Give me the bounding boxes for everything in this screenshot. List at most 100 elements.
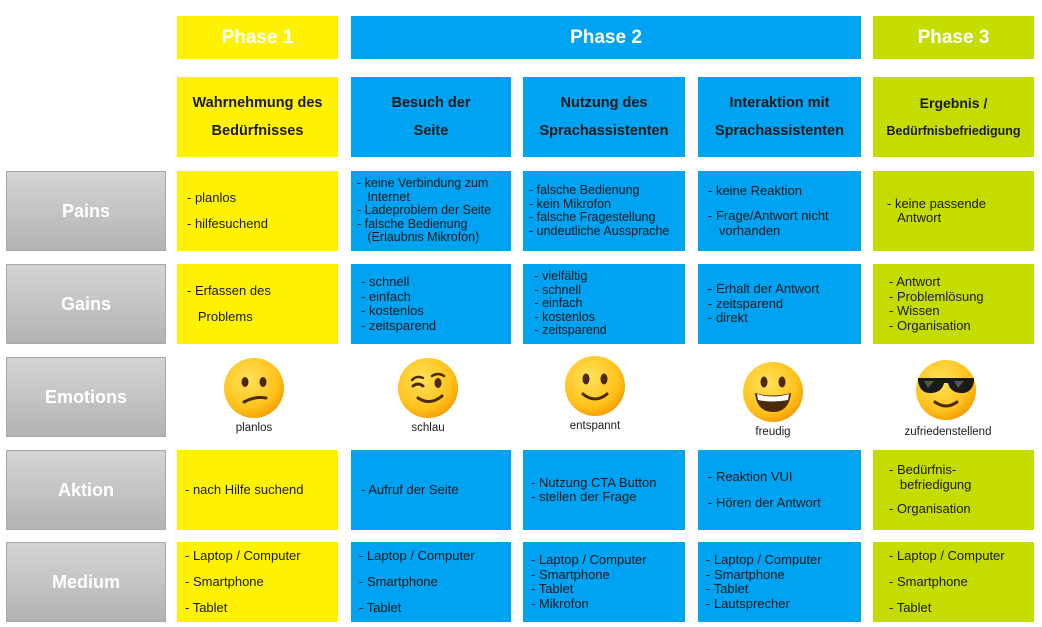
- column-header-line: Sprachassistenten: [539, 123, 669, 139]
- list-item: [708, 485, 855, 496]
- aktion-cell-5: - Bedürfnis- befriedigung - Organisation: [873, 450, 1034, 530]
- medium-cell-4: - Laptop / Computer - Smartphone - Table…: [698, 542, 861, 622]
- row-label-pains: Pains: [6, 171, 166, 251]
- medium-cell-2: - Laptop / Computer - Smartphone - Table…: [351, 542, 511, 622]
- list-item: - keine Verbindung zum: [357, 176, 489, 191]
- column-header-line: Bedürfnisses: [211, 123, 304, 139]
- emotion-label: planlos: [235, 422, 273, 434]
- phase-1-header: Phase 1: [177, 16, 338, 59]
- list-item: - Smartphone: [359, 574, 438, 589]
- list-item: - Erhalt der Antwort: [708, 281, 820, 297]
- list-item: vorhanden: [708, 222, 781, 238]
- list-item: befriedigung: [889, 476, 972, 492]
- pains-cell-3: - falsche Bedienung - kein Mikrofon - fa…: [523, 171, 685, 251]
- column-header-wahrnehmung: Wahrnehmung des Bedürfnisses: [177, 77, 338, 157]
- list-item: - kostenlos: [531, 309, 595, 324]
- pains-cell-5: - keine passende Antwort: [873, 171, 1034, 251]
- pains-cell-2: - keine Verbindung zum Internet - Ladepr…: [351, 171, 511, 251]
- list-item: - nach Hilfe suchend: [185, 481, 304, 497]
- column-header-line: Seite: [413, 123, 449, 139]
- phase-3-header: Phase 3: [873, 16, 1034, 59]
- list-item: - Laptop / Computer: [889, 548, 1005, 563]
- column-header-line: Besuch der: [391, 95, 471, 111]
- aktion-cell-1: - nach Hilfe suchend: [177, 450, 338, 530]
- row-label-gains: Gains: [6, 264, 166, 344]
- winking-face-icon: [398, 358, 458, 418]
- slightly-smiling-face-icon: [565, 356, 625, 416]
- list-item: - Smartphone: [889, 574, 968, 589]
- column-header-besuch: Besuch der Seite: [351, 77, 511, 157]
- list-item: - Ladeproblem der Seite: [357, 203, 492, 218]
- aktion-cell-3: - Nutzung CTA Button - stellen der Frage: [523, 450, 685, 530]
- column-header-line: Ergebnis /: [919, 95, 988, 111]
- medium-cell-1: - Laptop / Computer - Smartphone - Table…: [177, 542, 338, 622]
- list-item: (Erlaubnis Mikrofon): [357, 230, 480, 245]
- emotion-label: entspannt: [569, 420, 621, 432]
- pains-cell-4: - keine Reaktion - Frage/Antwort nicht v…: [698, 171, 861, 251]
- list-item: - einfach: [361, 288, 411, 304]
- column-header-nutzung: Nutzung des Sprachassistenten: [523, 77, 685, 157]
- emotion-label: zufriedenstellend: [904, 426, 992, 438]
- list-item: - Bedürfnis-: [889, 462, 957, 478]
- column-header-interaktion: Interaktion mit Sprachassistenten: [698, 77, 861, 157]
- sunglasses-face-icon: [916, 360, 976, 420]
- list-item: - Mikrofon: [531, 595, 589, 611]
- list-item: - Laptop / Computer: [531, 552, 647, 567]
- list-item: - Tablet: [706, 581, 749, 596]
- list-item: - vielfältig: [531, 269, 588, 284]
- list-item: Problems: [187, 309, 253, 324]
- list-item: - Problemlösung: [889, 288, 984, 304]
- gains-cell-4: - Erhalt der Antwort - zeitsparend - dir…: [698, 264, 861, 344]
- list-item: - falsche Bedienung: [529, 183, 640, 197]
- gains-cell-3: - vielfältig - schnell - einfach - koste…: [523, 264, 685, 344]
- list-item: - falsche Fragestellung: [529, 210, 656, 224]
- list-item: - Tablet: [531, 581, 574, 596]
- list-item: - Wissen: [889, 303, 940, 318]
- list-item: Internet: [357, 189, 410, 204]
- list-item: - direkt: [708, 310, 748, 326]
- list-item: - Laptop / Computer: [706, 552, 822, 567]
- list-item: - Tablet: [889, 600, 932, 615]
- list-item: - Hören der Antwort: [708, 494, 821, 510]
- column-header-line: Wahrnehmung des: [192, 95, 323, 111]
- list-item: - Smartphone: [185, 574, 264, 589]
- phase-2-header: Phase 2: [351, 16, 861, 59]
- list-item: - Tablet: [185, 600, 228, 615]
- list-item: - Antwort: [889, 274, 941, 289]
- aktion-cell-2: - Aufruf der Seite: [351, 450, 511, 530]
- row-label-aktion: Aktion: [6, 450, 166, 530]
- list-item: - Aufruf der Seite: [361, 481, 459, 497]
- list-item: - kostenlos: [361, 303, 424, 318]
- list-item: - Tablet: [359, 600, 402, 615]
- list-item: - kein Mikrofon: [529, 196, 611, 211]
- list-item: - Nutzung CTA Button: [531, 474, 657, 490]
- column-header-line: Bedürfnisbefriedigung: [886, 124, 1021, 138]
- medium-cell-3: - Laptop / Computer - Smartphone - Table…: [523, 542, 685, 622]
- row-label-medium: Medium: [6, 542, 166, 622]
- gains-cell-5: - Antwort - Problemlösung - Wissen - Org…: [873, 264, 1034, 344]
- list-item: Antwort: [887, 210, 942, 225]
- pains-cell-1: - planlos - hilfesuchend: [177, 171, 338, 251]
- emotion-label: schlau: [411, 422, 445, 434]
- list-item: - hilfesuchend: [187, 216, 268, 231]
- column-header-ergebnis: Ergebnis / Bedürfnisbefriedigung: [873, 77, 1034, 157]
- list-item: - Erfassen des: [187, 283, 271, 298]
- list-item: - Smartphone: [531, 566, 610, 582]
- list-item: - Organisation: [889, 317, 971, 333]
- list-item: - schnell: [531, 282, 582, 297]
- list-item: - einfach: [531, 296, 583, 311]
- column-header-line: Sprachassistenten: [715, 123, 844, 139]
- confused-face-icon: [224, 358, 284, 418]
- list-item: - Lautsprecher: [706, 595, 790, 611]
- column-header-line: Nutzung des: [560, 95, 648, 111]
- list-item: - keine passende: [887, 195, 987, 211]
- list-item: - Reaktion VUI: [708, 469, 793, 484]
- list-item: - keine Reaktion: [708, 182, 802, 198]
- aktion-cell-4: - Reaktion VUI - Hören der Antwort: [698, 450, 861, 530]
- emotion-label: freudig: [755, 426, 791, 438]
- list-item: - Laptop / Computer: [185, 548, 301, 563]
- grinning-face-icon: [743, 362, 803, 422]
- list-item: - schnell: [361, 274, 410, 289]
- list-item: - Laptop / Computer: [359, 548, 475, 563]
- list-item: - falsche Bedienung: [357, 216, 468, 231]
